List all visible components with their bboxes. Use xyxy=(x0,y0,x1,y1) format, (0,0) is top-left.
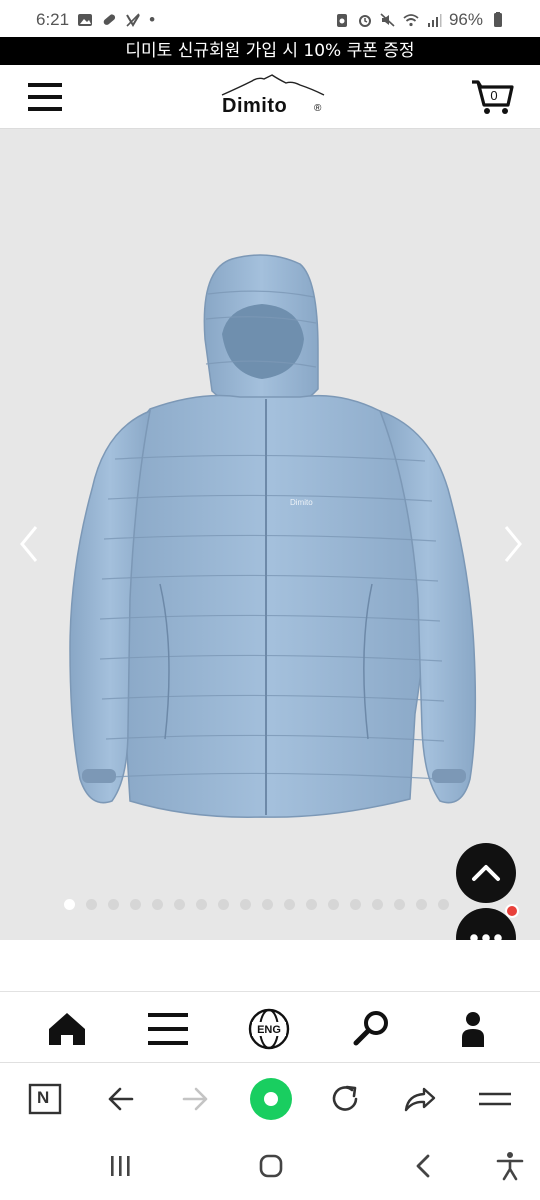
refresh-icon xyxy=(332,1085,358,1111)
menu-icon xyxy=(148,1013,188,1045)
hamburger-menu-button[interactable] xyxy=(28,83,62,111)
hamburger-line xyxy=(28,83,62,87)
back-chevron-icon xyxy=(416,1154,430,1178)
alarm-app-icon xyxy=(336,14,347,27)
status-time: 6:21 xyxy=(36,10,70,29)
nav-home-button[interactable] xyxy=(45,1007,89,1051)
user-icon xyxy=(462,1012,484,1047)
gallery-dot[interactable] xyxy=(240,899,251,910)
gallery-dot[interactable] xyxy=(64,899,75,910)
gallery-dot[interactable] xyxy=(108,899,119,910)
site-header: Dimito ® 0 xyxy=(0,65,540,129)
more-menu-icon xyxy=(479,1092,511,1106)
cart-button[interactable]: 0 xyxy=(470,79,516,115)
accessibility-button[interactable] xyxy=(492,1151,528,1181)
signal-icon xyxy=(427,14,442,27)
product-image-gallery[interactable]: Dimito xyxy=(0,129,540,940)
browser-toolbar: N xyxy=(0,1063,540,1133)
gallery-dot[interactable] xyxy=(284,899,295,910)
android-back-button[interactable] xyxy=(406,1151,442,1181)
dimito-logo[interactable]: Dimito ® xyxy=(220,73,330,123)
battery-icon xyxy=(494,12,502,27)
gallery-dot[interactable] xyxy=(196,899,207,910)
gallery-prev-arrow[interactable] xyxy=(14,519,44,569)
cart-count: 0 xyxy=(490,88,498,103)
chat-notification-badge xyxy=(505,904,519,918)
browser-more-button[interactable] xyxy=(475,1079,515,1119)
gallery-dot[interactable] xyxy=(438,899,449,910)
content-strip xyxy=(0,940,540,992)
hamburger-line xyxy=(28,107,62,111)
share-icon xyxy=(404,1087,436,1112)
gallery-dot[interactable] xyxy=(372,899,383,910)
jacket-chest-print: Dimito xyxy=(290,498,313,507)
gallery-dot[interactable] xyxy=(328,899,339,910)
gallery-dot[interactable] xyxy=(152,899,163,910)
gallery-dot[interactable] xyxy=(174,899,185,910)
hamburger-line xyxy=(28,95,62,99)
scroll-to-top-button[interactable] xyxy=(456,843,516,903)
battery-percent: 96% xyxy=(448,10,483,29)
android-navigation-bar xyxy=(0,1133,540,1200)
search-icon xyxy=(353,1011,388,1046)
home-icon xyxy=(49,1013,85,1045)
naver-home-button[interactable]: N xyxy=(26,1079,66,1119)
pill-icon xyxy=(103,14,116,25)
nav-language-label: ENG xyxy=(257,1024,281,1036)
recents-icon xyxy=(111,1156,130,1176)
site-bottom-nav: ENG xyxy=(0,993,540,1063)
logo-wordmark: Dimito xyxy=(222,95,288,117)
nav-language-button[interactable]: ENG xyxy=(247,1007,291,1051)
product-image-jacket: Dimito xyxy=(69,254,477,818)
gallery-dot[interactable] xyxy=(416,899,427,910)
gallery-dot[interactable] xyxy=(86,899,97,910)
home-circle-icon xyxy=(259,1154,283,1178)
gallery-dot[interactable] xyxy=(394,899,405,910)
alarm-clock-icon xyxy=(358,15,371,27)
gallery-pagination-dots xyxy=(64,899,449,910)
chevron-right-icon xyxy=(504,526,522,562)
logo-registered-mark: ® xyxy=(314,103,322,114)
promo-text: 디미토 신규회원 가입 시 10% 쿠폰 증정 xyxy=(125,41,415,61)
app-screen: 6:21 • 96% 디미토 신규회원 가입 시 10% 쿠폰 증정 Dimit… xyxy=(0,0,540,1200)
recents-button[interactable] xyxy=(102,1151,138,1181)
naver-n-label: N xyxy=(37,1088,50,1107)
nav-user-button[interactable] xyxy=(451,1007,495,1051)
status-dot: • xyxy=(149,10,156,29)
browser-back-button[interactable] xyxy=(102,1079,142,1119)
android-home-button[interactable] xyxy=(253,1151,289,1181)
chevron-up-icon xyxy=(472,865,500,881)
nav-menu-button[interactable] xyxy=(146,1007,190,1051)
gallery-dot[interactable] xyxy=(262,899,273,910)
browser-share-button[interactable] xyxy=(400,1079,440,1119)
back-arrow-icon xyxy=(108,1087,134,1111)
gallery-dot[interactable] xyxy=(130,899,141,910)
forward-arrow-icon xyxy=(182,1087,208,1111)
accessibility-icon xyxy=(496,1152,524,1181)
gallery-dot[interactable] xyxy=(350,899,361,910)
mute-icon xyxy=(380,13,395,27)
green-dot-button[interactable] xyxy=(249,1077,293,1121)
no-volte-icon xyxy=(126,13,140,27)
gallery-next-arrow[interactable] xyxy=(498,519,528,569)
chevron-left-icon xyxy=(20,526,38,562)
gallery-icon xyxy=(78,14,93,26)
promo-banner[interactable]: 디미토 신규회원 가입 시 10% 쿠폰 증정 xyxy=(0,37,540,65)
status-bar-left: 6:21 • xyxy=(36,10,155,30)
green-dot-icon xyxy=(250,1078,292,1120)
nav-search-button[interactable] xyxy=(350,1007,394,1051)
status-bar-right: 96% xyxy=(334,10,506,30)
wifi-icon xyxy=(403,14,419,27)
browser-refresh-button[interactable] xyxy=(325,1079,365,1119)
gallery-dot[interactable] xyxy=(306,899,317,910)
language-globe-icon: ENG xyxy=(248,1008,290,1050)
browser-forward-button[interactable] xyxy=(176,1079,216,1119)
gallery-dot[interactable] xyxy=(218,899,229,910)
status-bar: 6:21 • 96% xyxy=(0,0,540,38)
